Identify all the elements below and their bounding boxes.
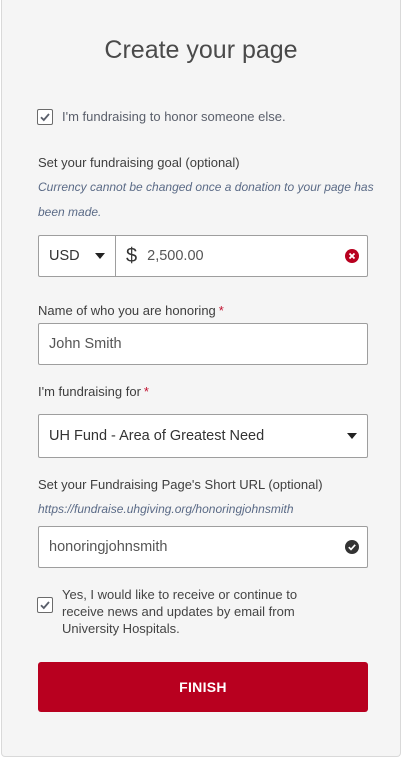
create-page-card: Create your page I'm fundraising to hono… <box>1 0 401 757</box>
honoree-label: Name of who you are honoring * <box>38 303 224 318</box>
fund-selected-value: UH Fund - Area of Greatest Need <box>49 428 265 444</box>
newsletter-checkbox[interactable] <box>37 597 53 613</box>
short-url-preview: https://fundraise.uhgiving.org/honoringj… <box>38 502 294 516</box>
currency-note: Currency cannot be changed once a donati… <box>38 180 374 219</box>
required-marker: * <box>143 384 149 399</box>
page-title: Create your page <box>104 36 298 64</box>
currency-select[interactable]: USD <box>39 236 116 276</box>
short-url-value: honoringjohnsmith <box>49 539 168 555</box>
caret-down-icon <box>95 253 105 259</box>
dollar-symbol: $ <box>126 244 138 267</box>
honoree-name-input[interactable]: John Smith <box>38 323 368 365</box>
goal-amount-input[interactable]: 2,500.00 <box>147 248 345 264</box>
honoree-label-text: Name of who you are honoring <box>38 303 216 318</box>
required-marker: * <box>218 303 224 318</box>
check-icon <box>40 601 50 610</box>
honor-checkbox[interactable] <box>37 109 53 125</box>
error-x-icon <box>345 249 359 263</box>
short-url-input[interactable]: honoringjohnsmith <box>38 526 368 568</box>
fund-label-text: I'm fundraising for <box>38 384 141 399</box>
honoree-name-value: John Smith <box>49 336 122 352</box>
newsletter-checkbox-row[interactable]: Yes, I would like to receive or continue… <box>37 586 337 637</box>
caret-down-icon <box>347 433 357 439</box>
honor-checkbox-label: I'm fundraising to honor someone else. <box>62 109 286 124</box>
honor-checkbox-row[interactable]: I'm fundraising to honor someone else. <box>37 108 286 125</box>
currency-value: USD <box>49 248 80 264</box>
valid-check-icon <box>345 540 359 554</box>
fund-select[interactable]: UH Fund - Area of Greatest Need <box>38 414 368 458</box>
fund-label: I'm fundraising for * <box>38 384 149 399</box>
goal-label: Set your fundraising goal (optional) <box>38 155 240 170</box>
goal-input-group: USD $ 2,500.00 <box>38 235 368 277</box>
short-url-label: Set your Fundraising Page's Short URL (o… <box>38 477 323 492</box>
finish-button[interactable]: FINISH <box>38 662 368 712</box>
newsletter-checkbox-label: Yes, I would like to receive or continue… <box>62 587 298 636</box>
check-icon <box>40 113 50 122</box>
